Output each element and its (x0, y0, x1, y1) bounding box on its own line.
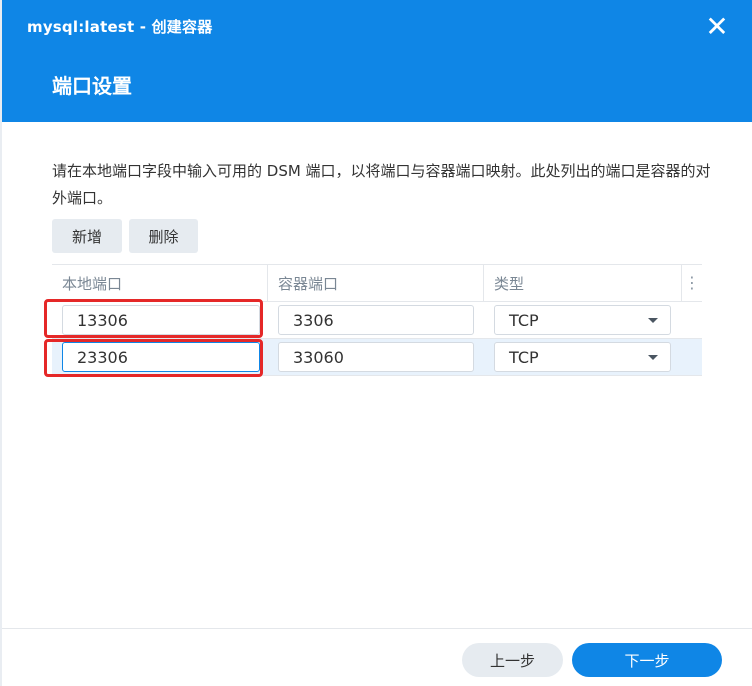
dropdown-arrow-icon (648, 355, 658, 360)
dialog-footer: 上一步 下一步 (2, 628, 752, 686)
type-select-value: TCP (509, 348, 539, 367)
previous-step-button[interactable]: 上一步 (462, 643, 563, 677)
window-title: mysql:latest - 创建容器 (27, 18, 213, 36)
close-icon[interactable]: ✕ (703, 13, 731, 41)
column-header-type[interactable]: 类型 (484, 265, 682, 301)
dialog-header: mysql:latest - 创建容器 ✕ 端口设置 (2, 0, 752, 122)
page-title: 端口设置 (52, 74, 132, 98)
column-menu-icon[interactable]: ⋮ (682, 265, 702, 301)
table-row[interactable]: TCP (52, 302, 702, 339)
create-container-dialog: mysql:latest - 创建容器 ✕ 端口设置 请在本地端口字段中输入可用… (2, 0, 752, 686)
delete-button[interactable]: 删除 (129, 219, 198, 253)
next-step-button[interactable]: 下一步 (572, 643, 722, 677)
table-row[interactable]: TCP (52, 339, 702, 376)
type-select-value: TCP (509, 311, 539, 330)
description-text: 请在本地端口字段中输入可用的 DSM 端口，以将端口与容器端口映射。此处列出的端… (52, 162, 711, 207)
column-header-container-port[interactable]: 容器端口 (268, 265, 484, 301)
port-mapping-table: 本地端口 容器端口 类型 ⋮ TCP TCP (52, 264, 702, 376)
local-port-input[interactable] (62, 342, 260, 372)
container-port-input[interactable] (278, 305, 474, 335)
add-button[interactable]: 新增 (52, 219, 122, 253)
column-header-local-port[interactable]: 本地端口 (52, 265, 268, 301)
container-port-input[interactable] (278, 342, 474, 372)
dropdown-arrow-icon (648, 318, 658, 323)
table-header: 本地端口 容器端口 类型 ⋮ (52, 264, 702, 302)
type-select[interactable]: TCP (494, 342, 671, 372)
local-port-input[interactable] (62, 305, 260, 335)
type-select[interactable]: TCP (494, 305, 671, 335)
